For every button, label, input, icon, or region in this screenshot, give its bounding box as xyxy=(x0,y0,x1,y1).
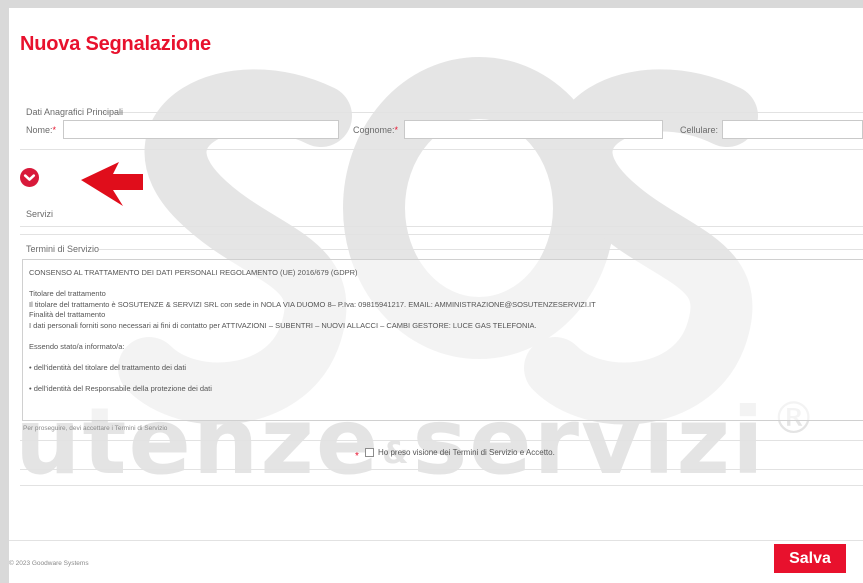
page-title: Nuova Segnalazione xyxy=(20,33,211,55)
terms-line: • dell'identità del Responsabile della p… xyxy=(29,383,212,393)
terms-gap xyxy=(29,352,860,363)
required-mark: * xyxy=(394,125,399,135)
window-top-edge xyxy=(0,0,863,8)
nome-label: Nome:* xyxy=(26,125,56,135)
servizi-legend: Servizi xyxy=(26,209,54,219)
cellulare-input[interactable] xyxy=(722,120,863,139)
nome-label-text: Nome: xyxy=(26,125,53,135)
fieldset-divider xyxy=(102,112,863,113)
cognome-input[interactable] xyxy=(404,120,663,139)
cognome-label: Cognome:* xyxy=(353,125,398,135)
page-content: utenze&servizi® Nuova Segnalazione Dati … xyxy=(9,8,863,583)
fieldset-divider xyxy=(20,226,863,227)
arrow-left-icon xyxy=(81,162,143,206)
save-button[interactable]: Salva xyxy=(774,544,846,573)
fieldset-divider xyxy=(20,485,863,486)
footer-divider xyxy=(9,540,863,541)
terms-gap xyxy=(29,279,860,290)
form-layer: Nuova Segnalazione Dati Anagrafici Princ… xyxy=(9,8,863,583)
cellulare-label: Cellulare: xyxy=(680,125,719,135)
fieldset-divider xyxy=(99,249,863,250)
terms-gap xyxy=(29,331,860,342)
cognome-label-text: Cognome: xyxy=(353,125,395,135)
fieldset-divider xyxy=(20,469,863,470)
terms-line: Titolare del trattamento xyxy=(29,289,106,298)
terms-line: Finalità del trattamento xyxy=(29,310,106,319)
terms-line: CONSENSO AL TRATTAMENTO DEI DATI PERSONA… xyxy=(29,268,358,277)
footer-copyright: © 2023 Goodware Systems xyxy=(9,560,89,567)
terms-textarea[interactable]: CONSENSO AL TRATTAMENTO DEI DATI PERSONA… xyxy=(22,259,863,421)
fieldset-divider xyxy=(20,440,863,441)
terms-note: Per proseguire, devi accettare i Termini… xyxy=(23,425,168,432)
terms-line: • dell'identità del titolare del trattam… xyxy=(29,362,187,372)
expand-toggle-button[interactable] xyxy=(20,168,39,187)
chevron-down-icon xyxy=(23,174,36,181)
termini-legend: Termini di Servizio xyxy=(26,244,100,254)
terms-line: Il titolare del trattamento è SOSUTENZE … xyxy=(29,299,596,309)
accept-terms-checkbox[interactable] xyxy=(365,448,374,457)
terms-line: Essendo stato/a informato/a: xyxy=(29,341,125,351)
terms-line: I dati personali forniti sono necessari … xyxy=(29,320,537,330)
required-mark: * xyxy=(52,125,57,135)
nome-input[interactable] xyxy=(63,120,339,139)
anagrafica-legend: Dati Anagrafici Principali xyxy=(26,107,124,117)
fieldset-divider xyxy=(20,234,863,235)
accept-terms-label[interactable]: Ho preso visione dei Termini di Servizio… xyxy=(378,448,555,457)
window-left-edge xyxy=(0,0,9,583)
fieldset-divider xyxy=(20,149,863,150)
accept-required-mark: * xyxy=(355,451,359,462)
terms-gap xyxy=(29,373,860,384)
